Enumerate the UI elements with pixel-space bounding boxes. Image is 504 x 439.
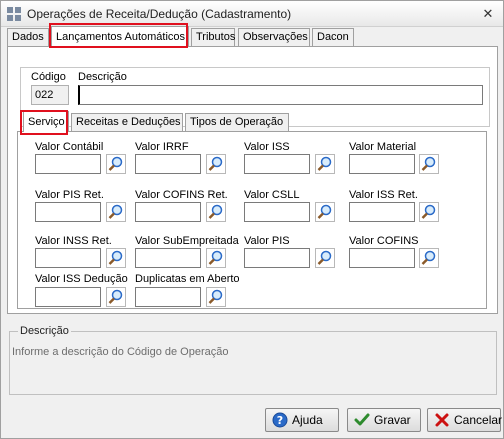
- valor-contabil-input[interactable]: [35, 154, 101, 174]
- valor-iss-ret-input[interactable]: [349, 202, 415, 222]
- field-label: Valor Contábil: [35, 141, 104, 153]
- search-valor-contabil-button[interactable]: [106, 154, 126, 174]
- magnifier-icon: [421, 204, 436, 219]
- description-text: Informe a descrição do Código de Operaçã…: [12, 346, 229, 358]
- close-icon[interactable]: ✕: [479, 6, 497, 22]
- magnifier-icon: [108, 156, 123, 171]
- field-label: Valor PIS Ret.: [35, 189, 104, 201]
- magnifier-icon: [317, 250, 332, 265]
- valor-iss-deducao-input[interactable]: [35, 287, 101, 307]
- cancel-label: Cancelar: [454, 413, 503, 427]
- magnifier-icon: [208, 156, 223, 171]
- search-duplicatas-em-aberto-button[interactable]: [206, 287, 226, 307]
- search-valor-iss-ret-button[interactable]: [419, 202, 439, 222]
- help-button[interactable]: ? Ajuda: [265, 408, 339, 432]
- tab-tipos-operacao[interactable]: Tipos de Operação: [185, 113, 289, 132]
- save-button[interactable]: Gravar: [347, 408, 421, 432]
- search-valor-pis-ret-button[interactable]: [106, 202, 126, 222]
- magnifier-icon: [108, 250, 123, 265]
- field-label: Duplicatas em Aberto: [135, 273, 240, 285]
- dialog-window: Operações de Receita/Dedução (Cadastrame…: [0, 0, 504, 439]
- field-label: Valor CSLL: [244, 189, 300, 201]
- field-label: Valor ISS Ret.: [349, 189, 418, 201]
- descricao-label: Descrição: [78, 71, 127, 83]
- field-label: Valor PIS: [244, 235, 290, 247]
- search-valor-iss-deducao-button[interactable]: [106, 287, 126, 307]
- valor-pis-input[interactable]: [244, 248, 310, 268]
- field-label: Valor INSS Ret.: [35, 235, 112, 247]
- app-grid-icon: [7, 7, 21, 21]
- checkmark-icon: [354, 413, 370, 426]
- description-group: Descrição Informe a descrição do Código …: [9, 325, 497, 395]
- field-label: Valor ISS Dedução: [35, 273, 128, 285]
- field-label: Valor COFINS: [349, 235, 419, 247]
- valor-irrf-input[interactable]: [135, 154, 201, 174]
- valor-pis-ret-input[interactable]: [35, 202, 101, 222]
- search-valor-csll-button[interactable]: [315, 202, 335, 222]
- search-valor-cofins-ret-button[interactable]: [206, 202, 226, 222]
- search-valor-material-button[interactable]: [419, 154, 439, 174]
- search-valor-inss-ret-button[interactable]: [106, 248, 126, 268]
- cancel-button[interactable]: Cancelar: [427, 408, 503, 432]
- tab-lancamentos-automaticos[interactable]: Lançamentos Automáticos: [51, 26, 189, 47]
- magnifier-icon: [421, 250, 436, 265]
- tab-receitas-deducoes[interactable]: Receitas e Deduções: [71, 113, 183, 132]
- servico-panel: Valor Contábil Valor IRRF Valor ISS Valo…: [17, 131, 487, 309]
- save-label: Gravar: [374, 413, 411, 427]
- search-valor-irrf-button[interactable]: [206, 154, 226, 174]
- window-title: Operações de Receita/Dedução (Cadastrame…: [27, 7, 292, 21]
- tab-servico[interactable]: Serviço: [23, 111, 69, 132]
- field-label: Valor SubEmpreitada: [135, 235, 239, 247]
- search-valor-cofins-button[interactable]: [419, 248, 439, 268]
- magnifier-icon: [421, 156, 436, 171]
- duplicatas-em-aberto-input[interactable]: [135, 287, 201, 307]
- x-mark-icon: [435, 413, 449, 427]
- magnifier-icon: [208, 204, 223, 219]
- title-bar: Operações de Receita/Dedução (Cadastrame…: [1, 1, 503, 27]
- description-title: Descrição: [18, 325, 71, 337]
- tab-observacoes[interactable]: Observações: [238, 28, 310, 47]
- help-icon: ?: [272, 412, 288, 428]
- help-label: Ajuda: [292, 413, 323, 427]
- tab-dados[interactable]: Dados: [7, 28, 49, 47]
- valor-iss-input[interactable]: [244, 154, 310, 174]
- tab-tributos[interactable]: Tributos: [191, 28, 235, 47]
- valor-inss-ret-input[interactable]: [35, 248, 101, 268]
- magnifier-icon: [108, 204, 123, 219]
- codigo-label: Código: [31, 71, 66, 83]
- valor-csll-input[interactable]: [244, 202, 310, 222]
- valor-cofins-input[interactable]: [349, 248, 415, 268]
- magnifier-icon: [317, 204, 332, 219]
- field-label: Valor IRRF: [135, 141, 189, 153]
- magnifier-icon: [208, 289, 223, 304]
- search-valor-subempreitada-button[interactable]: [206, 248, 226, 268]
- svg-text:?: ?: [277, 414, 283, 427]
- field-label: Valor ISS: [244, 141, 290, 153]
- tab-dacon[interactable]: Dacon: [312, 28, 354, 47]
- valor-cofins-ret-input[interactable]: [135, 202, 201, 222]
- magnifier-icon: [108, 289, 123, 304]
- descricao-input[interactable]: [78, 85, 483, 105]
- magnifier-icon: [208, 250, 223, 265]
- magnifier-icon: [317, 156, 332, 171]
- field-label: Valor COFINS Ret.: [135, 189, 228, 201]
- valor-material-input[interactable]: [349, 154, 415, 174]
- field-label: Valor Material: [349, 141, 417, 153]
- search-valor-iss-button[interactable]: [315, 154, 335, 174]
- valor-subempreitada-input[interactable]: [135, 248, 201, 268]
- codigo-field: 022: [31, 85, 69, 105]
- search-valor-pis-button[interactable]: [315, 248, 335, 268]
